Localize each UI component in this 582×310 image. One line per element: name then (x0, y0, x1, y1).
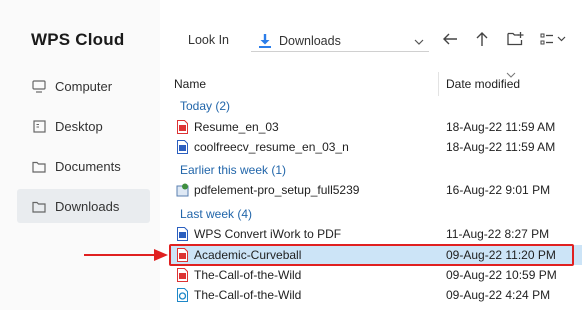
look-in-label: Look In (188, 33, 230, 47)
sidebar-item-downloads[interactable]: Downloads (17, 189, 150, 223)
file-row[interactable]: The-Call-of-the-Wild 09-Aug-22 4:24 PM (170, 285, 582, 305)
location-dropdown[interactable]: Downloads (251, 30, 429, 52)
view-options-button[interactable] (539, 31, 569, 51)
sidebar-item-label: Documents (55, 158, 121, 174)
download-folder-icon (257, 33, 273, 49)
sidebar-item-desktop[interactable]: Desktop (17, 109, 150, 143)
group-header-today[interactable]: Today (2) (180, 99, 230, 113)
file-name: WPS Convert iWork to PDF (194, 227, 342, 241)
word-file-icon (176, 140, 189, 154)
file-date: 18-Aug-22 11:59 AM (446, 120, 556, 134)
epub-file-icon (176, 288, 189, 302)
desktop-icon (32, 119, 46, 133)
file-row[interactable]: WPS Convert iWork to PDF 11-Aug-22 8:27 … (170, 224, 582, 244)
file-name: The-Call-of-the-Wild (194, 268, 302, 282)
file-date: 11-Aug-22 8:27 PM (446, 227, 550, 241)
group-header-earlier-this-week[interactable]: Earlier this week (1) (180, 163, 286, 177)
view-options-icon (540, 32, 568, 51)
file-name: coolfreecv_resume_en_03_n (194, 140, 349, 154)
pointer-arrow-icon (84, 249, 168, 261)
new-folder-icon (506, 31, 524, 51)
up-arrow-icon (475, 31, 489, 52)
file-date: 09-Aug-22 4:24 PM (446, 288, 551, 302)
sidebar-item-label: Desktop (55, 118, 103, 134)
sidebar-item-documents[interactable]: Documents (17, 149, 150, 183)
folder-icon (32, 159, 46, 173)
file-date: 09-Aug-22 10:59 PM (446, 268, 557, 282)
installer-file-icon (176, 183, 189, 197)
up-button[interactable] (472, 31, 492, 51)
file-row[interactable]: The-Call-of-the-Wild 09-Aug-22 10:59 PM (170, 265, 582, 285)
back-button[interactable] (440, 31, 460, 51)
folder-icon (32, 199, 46, 213)
back-arrow-icon (442, 32, 458, 51)
column-header-name[interactable]: Name (174, 70, 206, 98)
word-file-icon (176, 227, 189, 241)
chevron-down-icon (413, 35, 425, 47)
sidebar-item-label: Computer (55, 78, 113, 94)
pdf-file-icon (176, 268, 189, 282)
new-folder-button[interactable] (505, 31, 525, 51)
pdf-file-icon (176, 120, 189, 134)
sidebar-item-computer[interactable]: Computer (17, 69, 150, 103)
column-header-date-modified[interactable]: Date modified (446, 70, 520, 98)
file-row[interactable]: pdfelement-pro_setup_full5239 16-Aug-22 … (170, 180, 582, 200)
group-header-last-week[interactable]: Last week (4) (180, 207, 252, 221)
app-title: WPS Cloud (31, 30, 125, 49)
monitor-icon (32, 79, 46, 93)
column-divider[interactable] (438, 72, 439, 96)
sidebar: WPS Cloud Computer Desktop Documents Dow… (0, 0, 160, 310)
sidebar-item-label: Downloads (55, 198, 120, 214)
highlight-box (169, 244, 574, 266)
file-row[interactable]: coolfreecv_resume_en_03_n 18-Aug-22 11:5… (170, 137, 582, 157)
file-date: 18-Aug-22 11:59 AM (446, 140, 556, 154)
file-date: 16-Aug-22 9:01 PM (446, 183, 551, 197)
location-value: Downloads (279, 33, 341, 48)
file-name: pdfelement-pro_setup_full5239 (194, 183, 360, 197)
file-row[interactable]: Resume_en_03 18-Aug-22 11:59 AM (170, 117, 582, 137)
file-name: The-Call-of-the-Wild (194, 288, 302, 302)
file-list: Name Date modified Today (2) Resume_en_0… (170, 70, 582, 310)
file-name: Resume_en_03 (194, 120, 279, 134)
